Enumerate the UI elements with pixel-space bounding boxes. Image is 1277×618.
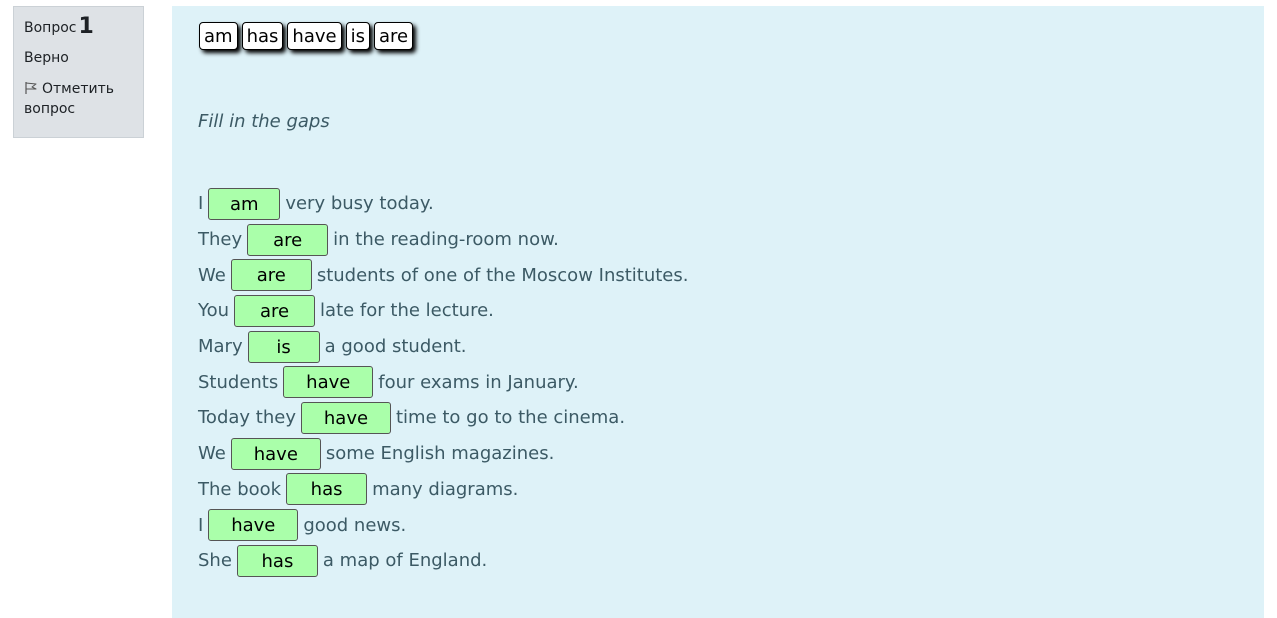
gap-drop-zone[interactable]: have: [208, 509, 299, 542]
gap-drop-zone[interactable]: have: [230, 437, 321, 470]
sentence-before: Today they: [198, 407, 296, 429]
sentence-after: students of one of the Moscow Institutes…: [316, 264, 689, 286]
sentence-before: Mary: [198, 336, 243, 358]
sentence-after: time to go to the cinema.: [395, 407, 626, 429]
sentence-after: four exams in January.: [378, 371, 579, 393]
gap-drop-zone[interactable]: has: [286, 473, 368, 506]
sentence-after: many diagrams.: [372, 478, 519, 500]
choice-am[interactable]: am: [199, 22, 238, 50]
sentence-before: We: [198, 443, 226, 465]
gap-drop-zone[interactable]: are: [230, 259, 312, 292]
sentence-before: They: [198, 229, 243, 251]
choice-have[interactable]: have: [287, 22, 342, 50]
sentence-row: We are students of one of the Moscow Ins…: [198, 257, 688, 293]
sentence-row: Today they have time to go to the cinema…: [198, 400, 688, 436]
instructions: Fill in the gaps: [198, 111, 330, 132]
question-label: Вопрос: [24, 20, 77, 36]
sentence-before: I: [198, 193, 204, 215]
sentence-before: We: [198, 264, 226, 286]
sentence-row: They are in the reading-room now.: [198, 222, 688, 258]
gap-drop-zone[interactable]: are: [234, 294, 316, 327]
sentence-before: You: [198, 300, 230, 322]
answer-choices: am has have is are: [199, 22, 414, 50]
sentence-list: I am very busy today. They are in the re…: [198, 186, 688, 579]
flag-icon: [25, 82, 37, 94]
question-content: am has have is are Fill in the gaps I am…: [172, 6, 1264, 618]
sentence-row: Mary is a good student.: [198, 329, 688, 365]
sentence-row: You are late for the lecture.: [198, 293, 688, 329]
sentence-after: late for the lecture.: [320, 300, 494, 322]
question-number: 1: [78, 14, 94, 39]
sentence-after: in the reading-room now.: [333, 229, 559, 251]
sentence-row: The book has many diagrams.: [198, 472, 688, 508]
choice-is[interactable]: is: [345, 22, 370, 50]
question-info: Вопрос1 Верно Отметить вопрос: [13, 6, 144, 138]
gap-drop-zone[interactable]: has: [236, 544, 318, 577]
sentence-before: She: [198, 550, 232, 572]
sentence-after: very busy today.: [285, 193, 434, 215]
gap-drop-zone[interactable]: have: [300, 401, 391, 434]
gap-drop-zone[interactable]: are: [247, 223, 329, 256]
sentence-after: some English magazines.: [325, 443, 555, 465]
gap-drop-zone[interactable]: is: [247, 330, 320, 363]
sentence-row: I have good news.: [198, 507, 688, 543]
sentence-after: good news.: [303, 514, 407, 536]
sentence-row: Students have four exams in January.: [198, 364, 688, 400]
flag-question-link[interactable]: Отметить вопрос: [24, 79, 133, 119]
sentence-after: a map of England.: [322, 550, 488, 572]
sentence-row: I am very busy today.: [198, 186, 688, 222]
sentence-before: I: [198, 514, 204, 536]
choice-are[interactable]: are: [373, 22, 414, 50]
question-state: Верно: [24, 50, 69, 66]
choice-has[interactable]: has: [241, 22, 284, 50]
sentence-row: She has a map of England.: [198, 543, 688, 579]
gap-drop-zone[interactable]: have: [283, 366, 374, 399]
sentence-before: The book: [198, 478, 282, 500]
sentence-before: Students: [198, 371, 279, 393]
gap-drop-zone[interactable]: am: [208, 187, 281, 220]
sentence-row: We have some English magazines.: [198, 436, 688, 472]
sentence-after: a good student.: [324, 336, 467, 358]
